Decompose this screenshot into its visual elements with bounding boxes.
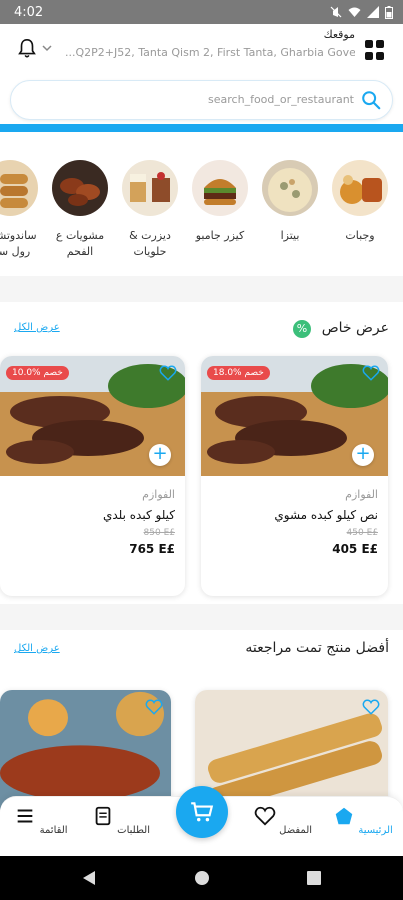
offer-badge-icon: % (293, 320, 311, 338)
product-image (195, 690, 388, 810)
nav-favorites-label: المفضل (279, 825, 313, 836)
category-label: ديزرت & حلويات (129, 229, 171, 258)
menu-icon (18, 809, 33, 823)
banner-strip (0, 124, 403, 132)
category-item[interactable]: ساندوتشات رول سي (0, 160, 45, 260)
meals-image (332, 160, 388, 216)
location-title: موقعك (323, 28, 355, 41)
search-icon[interactable] (360, 89, 382, 111)
status-time: 4:02 (14, 4, 44, 20)
category-item[interactable]: كيزر جامبو (185, 160, 255, 244)
bell-icon[interactable] (16, 38, 38, 60)
category-label: كيزر جامبو (195, 229, 245, 242)
product-name: نص كيلو كبده مشوي (274, 508, 378, 522)
special-offer-title: عرض خاص (321, 320, 389, 336)
signal-icon (367, 6, 379, 18)
top-reviewed-see-all-link[interactable]: عرض الكل (14, 643, 60, 654)
nav-menu[interactable]: القائمة (6, 805, 76, 836)
recents-icon[interactable] (307, 871, 321, 885)
old-price: 850 E£ (143, 528, 175, 538)
status-bar: 4:02 (0, 0, 403, 24)
heart-icon[interactable] (362, 698, 380, 716)
mute-icon (330, 6, 342, 18)
heart-icon[interactable] (362, 364, 380, 382)
category-list: وجبات بيتزا كيزر جامبو ديزرت & حلويات مش… (0, 160, 403, 270)
dessert-image (122, 160, 178, 216)
orders-icon (95, 806, 111, 826)
category-item[interactable]: وجبات (325, 160, 395, 244)
cart-button[interactable] (176, 786, 228, 838)
price: 405 E£ (332, 542, 378, 556)
nav-orders[interactable]: الطلبات (86, 805, 156, 836)
nav-home[interactable]: الرئيسية (328, 805, 398, 836)
status-icons (330, 5, 393, 19)
old-price: 450 E£ (346, 528, 378, 538)
heart-icon (254, 806, 276, 826)
battery-icon (385, 5, 393, 19)
grill-image (52, 160, 108, 216)
sandwich-image (0, 160, 38, 216)
discount-badge: 10.0% خصم (6, 366, 69, 380)
nav-home-label: الرئيسية (358, 825, 393, 836)
nav-menu-label: القائمة (39, 825, 68, 836)
app-header: موقعك ...Q2P2+J52, Tanta Qism 2, First T… (0, 24, 403, 76)
add-to-cart-button[interactable]: + (352, 444, 374, 466)
chevron-down-icon[interactable] (42, 44, 52, 52)
restaurant-name: الفوازم (142, 488, 175, 501)
grid-menu-icon[interactable] (365, 40, 385, 60)
special-offer-see-all-link[interactable]: عرض الكل (14, 322, 60, 333)
category-label: ساندوتشات رول سي (0, 229, 37, 258)
home-circle-icon[interactable] (194, 870, 210, 886)
category-label: وجبات (345, 229, 375, 242)
nav-favorites[interactable]: المفضل (248, 805, 318, 836)
back-icon[interactable] (82, 870, 96, 886)
category-label: مشويات ع الفحم (55, 229, 105, 258)
pizza-image (262, 160, 318, 216)
nav-orders-label: الطلبات (117, 825, 150, 836)
product-card[interactable]: 10.0% خصم + الفوازم كيلو كبده بلدي 850 E… (0, 356, 185, 596)
product-card[interactable]: 18.0% خصم + الفوازم نص كيلو كبده مشوي 45… (201, 356, 388, 596)
discount-badge: 18.0% خصم (207, 366, 270, 380)
category-item[interactable]: بيتزا (255, 160, 325, 244)
section-divider (0, 604, 403, 630)
search-placeholder: search_food_or_restaurant (208, 93, 354, 106)
location-address[interactable]: ...Q2P2+J52, Tanta Qism 2, First Tanta, … (65, 46, 355, 59)
add-to-cart-button[interactable]: + (149, 444, 171, 466)
top-reviewed-title: أفضل منتج تمت مراجعته (245, 640, 389, 656)
heart-icon[interactable] (145, 698, 163, 716)
category-item[interactable]: مشويات ع الفحم (45, 160, 115, 260)
cart-icon (191, 802, 214, 822)
wifi-icon (348, 7, 361, 17)
burger-image (192, 160, 248, 216)
heart-icon[interactable] (159, 364, 177, 382)
price: 765 E£ (129, 542, 175, 556)
product-name: كيلو كبده بلدي (102, 508, 175, 522)
home-icon (335, 807, 353, 825)
category-item[interactable]: ديزرت & حلويات (115, 160, 185, 260)
search-input[interactable]: search_food_or_restaurant (10, 80, 393, 120)
system-navigation-bar (0, 856, 403, 900)
restaurant-name: الفوازم (345, 488, 378, 501)
category-label: بيتزا (280, 229, 300, 242)
section-divider (0, 276, 403, 302)
